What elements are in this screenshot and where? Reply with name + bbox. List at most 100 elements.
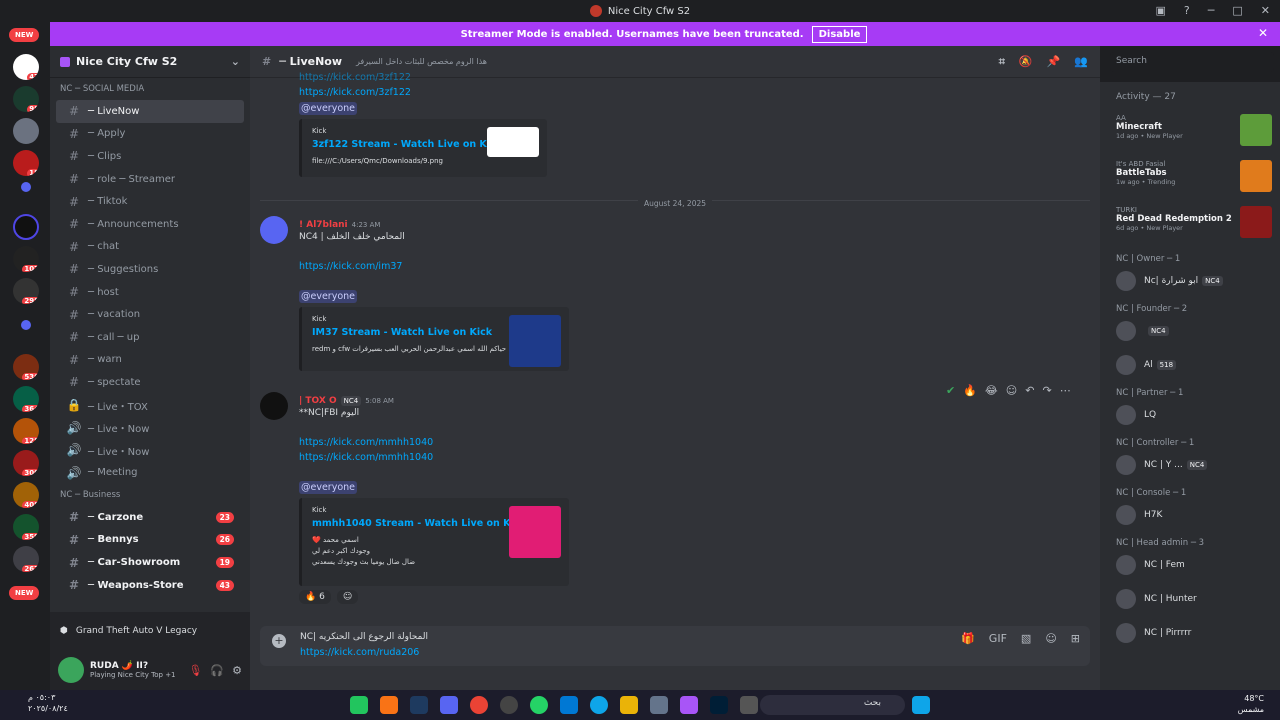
channel-item[interactable]: # ─ Announcements [56, 213, 244, 236]
member-item[interactable]: H7K [1100, 498, 1280, 532]
channel-item[interactable]: # ─ warn [56, 349, 244, 372]
steam-icon[interactable] [410, 696, 428, 714]
server-icon[interactable]: 298 [13, 278, 39, 304]
member-list-icon[interactable]: 👥 [1074, 55, 1088, 69]
attach-plus-icon[interactable]: + [272, 634, 286, 648]
server-icon[interactable]: 364 [13, 386, 39, 412]
member-item[interactable]: NC | Hunter [1100, 582, 1280, 616]
activity-bar[interactable]: ⬢ Grand Theft Auto V Legacy [50, 612, 250, 650]
settings-gear-icon[interactable]: ⚙ [232, 664, 242, 677]
server-icon[interactable]: 536 [13, 354, 39, 380]
channel-item[interactable]: # ─ Suggestions [56, 258, 244, 281]
channel-item[interactable]: 🔊 ─ Live・Now [56, 439, 244, 462]
activity-card[interactable]: It's ABD Fasial BattleTabs 1w ago • Trendi… [1100, 156, 1280, 202]
message-author[interactable]: ! Al7blani [299, 220, 348, 230]
channel-item[interactable]: # ─ LiveNow [56, 100, 244, 123]
disable-button[interactable]: Disable [811, 25, 868, 43]
embed-thumbnail[interactable] [509, 315, 561, 367]
folder-icon[interactable] [21, 182, 31, 192]
message-link[interactable]: https://kick.com/mmhh1040 [299, 450, 1090, 465]
member-item[interactable]: Nc| ابو شرارة NC4 [1100, 264, 1280, 298]
server-icon[interactable]: 107 [13, 246, 39, 272]
store-icon[interactable] [650, 696, 668, 714]
channel-item[interactable]: # ─ Weapons-Store 43 [56, 574, 244, 597]
server-icon[interactable] [13, 118, 39, 144]
taskbar-app-icon[interactable] [680, 696, 698, 714]
mute-icon[interactable]: 🎙 [188, 664, 202, 677]
message-link[interactable]: https://kick.com/mmhh1040 [299, 435, 1090, 450]
taskbar-app-icon[interactable] [500, 696, 518, 714]
avatar[interactable] [260, 216, 288, 244]
channel-item[interactable]: # ─ call ─ up [56, 326, 244, 349]
category-business[interactable]: NC ─ Business [50, 484, 250, 506]
message-author[interactable]: | TOX O [299, 396, 337, 406]
message-link[interactable]: https://kick.com/3zf122 [299, 70, 1090, 85]
taskbar-clock[interactable]: ٠٥:٠٣ م ٢٠٢٥/٠٨/٢٤ [28, 692, 68, 714]
mention[interactable]: @everyone [299, 481, 358, 494]
emoji-icon[interactable]: ☺ [1045, 632, 1056, 645]
category-social[interactable]: NC ─ SOCIAL MEDIA [50, 78, 250, 100]
server-icon[interactable]: 47 [13, 54, 39, 80]
taskbar-app-icon[interactable] [350, 696, 368, 714]
edge-icon[interactable] [590, 696, 608, 714]
photoshop-icon[interactable] [710, 696, 728, 714]
message-link[interactable]: https://kick.com/im37 [299, 259, 1090, 274]
activity-header[interactable]: Activity — 27 [1100, 82, 1280, 102]
apps-icon[interactable]: ⊞ [1071, 632, 1080, 645]
server-icon[interactable]: 128 [13, 418, 39, 444]
channel-item[interactable]: # ─ Apply [56, 123, 244, 146]
maximize-button[interactable]: □ [1232, 4, 1242, 17]
channel-item[interactable]: # ─ Car-Showroom 19 [56, 551, 244, 574]
windows-start-icon[interactable] [912, 696, 930, 714]
channel-item[interactable]: 🔊 ─ Meeting [56, 462, 244, 485]
member-item[interactable]: NC4 [1100, 314, 1280, 348]
weather-widget[interactable]: 48°C مشمس [1238, 693, 1264, 715]
close-window-button[interactable]: ✕ [1261, 4, 1270, 17]
server-icon[interactable]: 408 [13, 482, 39, 508]
chrome-icon[interactable] [470, 696, 488, 714]
guild-header[interactable]: Nice City Cfw S2 ⌄ [50, 46, 250, 78]
mention[interactable]: @everyone [299, 102, 358, 115]
gift-icon[interactable]: 🎁 [961, 632, 975, 645]
deafen-icon[interactable]: 🎧 [210, 664, 224, 677]
gif-icon[interactable]: GIF [989, 632, 1007, 645]
pin-icon[interactable]: 📌 [1047, 55, 1061, 69]
server-icon[interactable]: 359 [13, 514, 39, 540]
close-banner-icon[interactable]: ✕ [1258, 26, 1268, 40]
channel-item[interactable]: # ─ spectate [56, 371, 244, 394]
folder-icon[interactable] [21, 320, 31, 330]
member-item[interactable]: NC | Y ... NC4 [1100, 448, 1280, 482]
member-item[interactable]: NC | Pirrrrr [1100, 616, 1280, 650]
channel-item[interactable]: # ─ chat [56, 236, 244, 259]
taskbar-app-icon[interactable] [740, 696, 758, 714]
server-icon[interactable]: 98 [13, 86, 39, 112]
discord-icon[interactable] [440, 696, 458, 714]
taskbar-app-icon[interactable] [380, 696, 398, 714]
minimize-button[interactable]: ─ [1208, 4, 1215, 17]
outlook-icon[interactable] [560, 696, 578, 714]
server-icon[interactable]: 267 [13, 546, 39, 572]
server-icon[interactable]: 18 [13, 150, 39, 176]
message-link[interactable]: https://kick.com/3zf122 [299, 85, 1090, 100]
inbox-icon[interactable]: ▣ [1156, 4, 1166, 17]
embed-thumbnail[interactable] [509, 506, 561, 558]
search-input[interactable]: Search [1110, 52, 1274, 72]
server-icon[interactable] [13, 214, 39, 240]
channel-topic[interactable]: هذا الروم مخصص للبثات داخل السيرفر [356, 57, 487, 66]
channel-item[interactable]: # ─ role ─ Streamer [56, 168, 244, 191]
activity-card[interactable]: AA Minecraft 1d ago • New Player [1100, 110, 1280, 156]
channel-item[interactable]: 🔊 ─ Live・Now [56, 416, 244, 439]
channel-item[interactable]: # ─ Carzone 23 [56, 506, 244, 529]
server-icon[interactable]: 300 [13, 450, 39, 476]
embed-thumbnail[interactable] [487, 127, 539, 157]
member-item[interactable]: Al 518 [1100, 348, 1280, 382]
taskbar-search[interactable]: بحث [760, 695, 905, 715]
channel-item[interactable]: # ─ Tiktok [56, 190, 244, 213]
fire-reaction[interactable]: 🔥 6 [299, 590, 331, 604]
channel-item[interactable]: # ─ host [56, 281, 244, 304]
sticker-icon[interactable]: ▧ [1021, 632, 1031, 645]
activity-card[interactable]: TURKI Red Dead Redemption 2 6d ago • New P… [1100, 202, 1280, 248]
member-item[interactable]: NC | Fem [1100, 548, 1280, 582]
avatar[interactable] [58, 657, 84, 683]
whatsapp-icon[interactable] [530, 696, 548, 714]
